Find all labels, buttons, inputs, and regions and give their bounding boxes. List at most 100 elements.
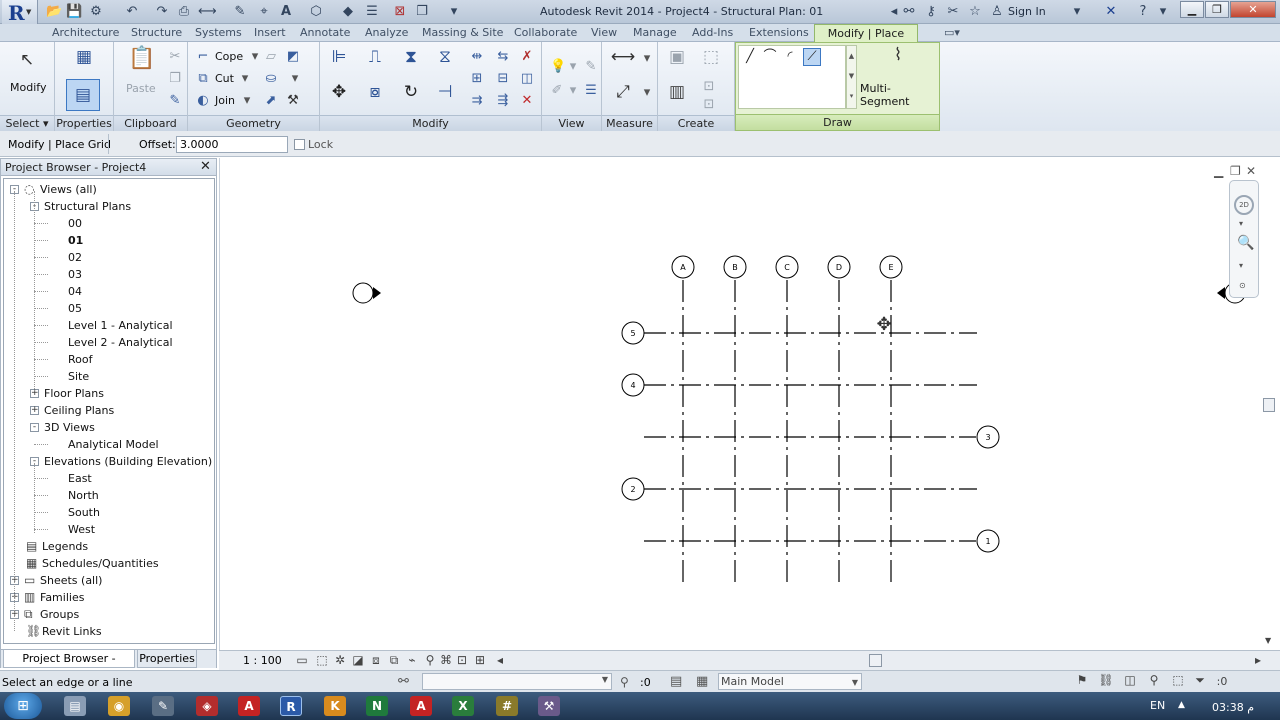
- delete-icon[interactable]: ✕: [520, 94, 534, 108]
- tree-item[interactable]: Schedules/Quantities: [42, 555, 159, 572]
- tree-item[interactable]: West: [68, 521, 95, 538]
- sync-icon[interactable]: ⚙: [88, 3, 104, 20]
- save-icon[interactable]: 💾: [66, 3, 82, 20]
- tree-item[interactable]: Groups: [40, 606, 79, 623]
- customize-qat-icon[interactable]: ▾: [446, 3, 462, 20]
- filter-count-icon[interactable]: ⚲: [620, 675, 629, 689]
- select-links-icon[interactable]: ⛓: [1098, 673, 1114, 687]
- zoom-dropdown-icon[interactable]: ▾: [1239, 261, 1243, 270]
- print-icon[interactable]: ⎙: [176, 3, 192, 20]
- close-window-button[interactable]: ✕: [1230, 1, 1276, 18]
- language-indicator[interactable]: EN: [1150, 699, 1165, 712]
- revit-taskbar-icon[interactable]: R: [280, 696, 302, 716]
- tab-extensions[interactable]: Extensions: [749, 24, 809, 42]
- linework-dropdown-icon[interactable]: ▾: [566, 84, 580, 98]
- tab-massing-site[interactable]: Massing & Site: [422, 24, 503, 42]
- lock-checkbox[interactable]: [294, 139, 305, 150]
- tree-item[interactable]: North: [68, 487, 99, 504]
- design-options-icon[interactable]: ▤: [670, 674, 682, 689]
- tab-properties[interactable]: Properties: [137, 650, 197, 668]
- tab-annotate[interactable]: Annotate: [300, 24, 350, 42]
- linework-icon[interactable]: ✐: [550, 84, 564, 98]
- scroll-left-arrow-icon[interactable]: ◂: [493, 653, 507, 667]
- app-n-taskbar-icon[interactable]: N: [366, 696, 388, 716]
- drawing-canvas[interactable]: A B C D E 5 4 3 2 1 ✥: [219, 158, 1280, 650]
- cut-icon[interactable]: ✂: [168, 50, 182, 64]
- modify-button[interactable]: Modify: [10, 81, 46, 94]
- help-icon[interactable]: ?: [1134, 3, 1152, 20]
- select-pinned-icon[interactable]: ⚲: [1146, 673, 1162, 687]
- crop-view-icon[interactable]: ⧈: [369, 653, 383, 668]
- multi-segment-icon[interactable]: ⌇: [886, 45, 910, 65]
- tree-item[interactable]: South: [68, 504, 100, 521]
- dropdown-icon[interactable]: ▾: [1068, 3, 1086, 20]
- exchange-apps-icon[interactable]: ✕: [1102, 3, 1120, 20]
- elevation-arrow-west[interactable]: [373, 287, 381, 299]
- join-icon[interactable]: ◐: [196, 94, 210, 108]
- app-grid-taskbar-icon[interactable]: #: [496, 696, 518, 716]
- binoculars-icon[interactable]: ⚯: [900, 3, 918, 20]
- acrobat-taskbar-icon[interactable]: ◈: [196, 696, 218, 716]
- steering-wheel-dropdown-icon[interactable]: ▾: [1239, 219, 1243, 228]
- offset-icon[interactable]: ⎍: [362, 47, 388, 67]
- tab-insert[interactable]: Insert: [254, 24, 286, 42]
- reveal-hidden-icon[interactable]: ⌘: [439, 653, 453, 667]
- tree-item[interactable]: Level 2 - Analytical: [68, 334, 173, 351]
- app-k-taskbar-icon[interactable]: K: [324, 696, 346, 716]
- tree-item[interactable]: Sheets (all): [40, 572, 102, 589]
- select-by-face-icon[interactable]: ⬚: [1170, 673, 1186, 687]
- tab-architecture[interactable]: Architecture: [52, 24, 119, 42]
- maximize-button[interactable]: ❐: [1205, 1, 1229, 18]
- thin-lines-view-icon[interactable]: ☰: [584, 84, 598, 98]
- paint-icon[interactable]: ⛀: [264, 72, 278, 86]
- cope-icon[interactable]: ⌐: [196, 50, 210, 64]
- wall-joins-icon[interactable]: ◩: [286, 50, 300, 64]
- tree-item[interactable]: Ceiling Plans: [44, 402, 114, 419]
- mirror-draw-icon[interactable]: ⧖: [432, 47, 458, 67]
- close-hidden-icon[interactable]: ⊠: [392, 3, 408, 20]
- elevation-arrow-east[interactable]: [1217, 287, 1225, 299]
- tab-add-ins[interactable]: Add-Ins: [692, 24, 733, 42]
- design-option-dropdown[interactable]: Main Model ▼: [718, 673, 862, 690]
- scroll-right-arrow-icon[interactable]: ▸: [1251, 653, 1265, 667]
- communication-icon[interactable]: ✂: [944, 3, 962, 20]
- unpin-icon[interactable]: ⊟: [496, 72, 510, 86]
- tab-project-browser[interactable]: Project Browser - Project4: [3, 650, 135, 682]
- draw-gallery-scroll[interactable]: ▲ ▼ ▾: [846, 45, 857, 109]
- rotate-icon[interactable]: ↻: [398, 82, 424, 102]
- vertical-scroll-thumb[interactable]: [1263, 398, 1275, 412]
- select-panel-label[interactable]: Select ▾: [0, 115, 54, 131]
- match-properties-icon[interactable]: ✎: [168, 94, 182, 108]
- tree-item[interactable]: Legends: [42, 538, 88, 555]
- temporary-view-icon[interactable]: ⊡: [455, 653, 469, 667]
- detail-level-icon[interactable]: ▭: [295, 653, 309, 667]
- visual-style-icon[interactable]: ⬚: [315, 653, 329, 667]
- user-icon[interactable]: ♙: [988, 3, 1006, 20]
- expand-icon[interactable]: +: [30, 406, 39, 415]
- tree-item[interactable]: Floor Plans: [44, 385, 104, 402]
- scale-icon[interactable]: ⇆: [496, 50, 510, 64]
- switch-windows-icon[interactable]: ❐: [414, 3, 430, 20]
- app-tool-taskbar-icon[interactable]: ⚒: [538, 696, 560, 716]
- paste-button[interactable]: Paste: [126, 82, 156, 95]
- hammer-icon[interactable]: ⚒: [286, 94, 300, 108]
- tree-item[interactable]: 00: [68, 215, 82, 232]
- split-element-icon[interactable]: ⇹: [470, 50, 484, 64]
- worksets-icon[interactable]: ⚯: [398, 674, 409, 689]
- pin-icon[interactable]: ⇶: [496, 94, 510, 108]
- section-icon[interactable]: ◆: [340, 3, 356, 20]
- tray-expand-icon[interactable]: ▲: [1178, 700, 1185, 710]
- help-dropdown-icon[interactable]: ▾: [1154, 3, 1172, 20]
- create-parts-icon[interactable]: ▥: [662, 82, 692, 102]
- paint-dropdown-icon[interactable]: ▾: [288, 72, 302, 86]
- clock[interactable]: 03:38 م: [1212, 701, 1254, 714]
- tree-item[interactable]: 3D Views: [44, 419, 95, 436]
- measure-dropdown-icon[interactable]: ▾: [640, 52, 654, 66]
- aligned-dimension-icon[interactable]: ⤢: [608, 82, 638, 102]
- tab-manage[interactable]: Manage: [633, 24, 677, 42]
- editable-only-icon[interactable]: ⚑: [1074, 673, 1090, 687]
- close-icon[interactable]: ✕: [200, 159, 211, 174]
- tab-analyze[interactable]: Analyze: [365, 24, 408, 42]
- multi-segment-button[interactable]: Multi-Segment: [860, 82, 939, 108]
- chrome-taskbar-icon[interactable]: ◉: [108, 696, 130, 716]
